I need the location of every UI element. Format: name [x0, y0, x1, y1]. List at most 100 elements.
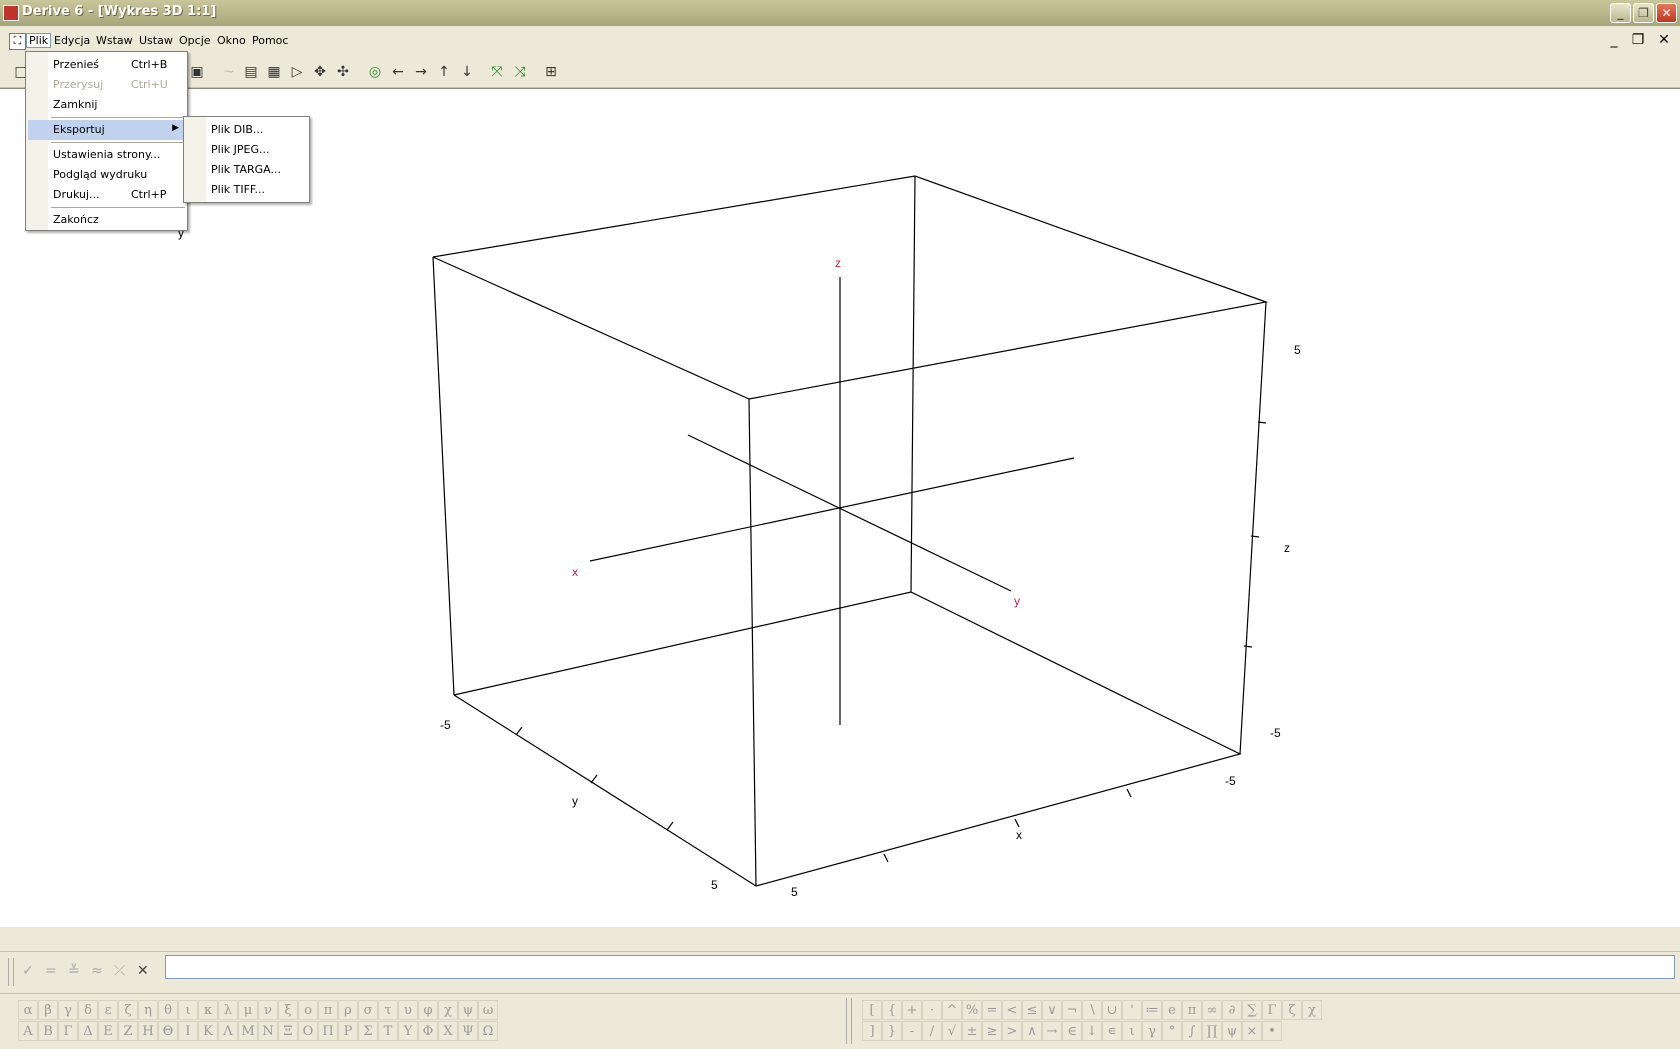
symbol-button[interactable]: Μ — [238, 1021, 258, 1041]
symbol-button[interactable]: = — [982, 1000, 1002, 1020]
symbol-button[interactable]: Κ — [198, 1021, 218, 1041]
symbol-button[interactable]: π — [318, 1000, 338, 1020]
symbol-button[interactable]: Ο — [298, 1021, 318, 1041]
symbol-button[interactable]: Φ — [418, 1021, 438, 1041]
arrow-right-icon[interactable]: → — [412, 63, 430, 81]
arrow-up-icon[interactable]: ↑ — [435, 63, 453, 81]
cancel-entry-icon[interactable]: ✕ — [137, 963, 149, 979]
menu-item-przenies[interactable]: Przenieś Ctrl+B — [28, 55, 185, 75]
child-window-icon[interactable]: ⛶ — [9, 33, 26, 50]
symbol-button[interactable]: e — [1162, 1000, 1182, 1020]
plot-options-icon[interactable]: ⊞ — [542, 63, 560, 81]
symbol-button[interactable]: ω — [478, 1000, 498, 1020]
grid-box-icon[interactable]: ▦ — [265, 63, 283, 81]
symbol-button[interactable]: Ε — [98, 1021, 118, 1041]
symbol-button[interactable]: ^ — [942, 1000, 962, 1020]
check-icon[interactable]: ✓ — [22, 963, 34, 979]
symbol-button[interactable]: ζ — [118, 1000, 138, 1020]
symbol-button[interactable]: ≤ — [1022, 1000, 1042, 1020]
equals-icon[interactable]: = — [45, 963, 57, 979]
symbol-button[interactable]: κ — [198, 1000, 218, 1020]
symbol-button[interactable]: θ — [158, 1000, 178, 1020]
symbol-button[interactable]: ε — [98, 1000, 118, 1020]
symbol-button[interactable]: ∈ — [1062, 1021, 1082, 1041]
symbol-button[interactable]: + — [902, 1000, 922, 1020]
symbol-button[interactable]: · — [922, 1000, 942, 1020]
symbol-button[interactable]: σ — [358, 1000, 378, 1020]
symbol-button[interactable]: ' — [1122, 1000, 1142, 1020]
symbol-button[interactable]: χ — [1302, 1000, 1322, 1020]
menu-opcje[interactable]: Opcje — [177, 34, 213, 47]
symbol-button[interactable]: × — [1242, 1021, 1262, 1041]
symbol-button[interactable]: { — [882, 1000, 902, 1020]
symbol-button[interactable]: √ — [942, 1021, 962, 1041]
symbol-button[interactable]: Θ — [158, 1021, 178, 1041]
symbol-button[interactable]: ∂ — [1222, 1000, 1242, 1020]
symbol-button[interactable]: Γ — [1262, 1000, 1282, 1020]
minimize-button[interactable]: _ — [1610, 3, 1631, 23]
insert-annotation-icon[interactable]: ▣ — [188, 63, 206, 81]
menu-edycja[interactable]: Edycja — [52, 34, 92, 47]
symbol-button[interactable]: ψ — [458, 1000, 478, 1020]
symbol-button[interactable]: ∫ — [1182, 1021, 1202, 1041]
symbol-button[interactable]: η — [138, 1000, 158, 1020]
symbol-button[interactable]: ∏ — [1202, 1021, 1222, 1041]
menu-item-eksportuj[interactable]: Eksportuj ▶ — [28, 120, 185, 140]
symbol-button[interactable]: ι — [1122, 1021, 1142, 1041]
symbol-button[interactable]: α — [18, 1000, 38, 1020]
menu-ustaw[interactable]: Ustaw — [137, 34, 175, 47]
rotate-icon[interactable]: ◎ — [366, 63, 384, 81]
submenu-item-jpeg[interactable]: Plik JPEG... — [186, 140, 307, 160]
symbol-button[interactable]: ± — [962, 1021, 982, 1041]
symbol-button[interactable]: / — [922, 1021, 942, 1041]
menu-wstaw[interactable]: Wstaw — [94, 34, 135, 47]
simplify-icon[interactable]: ≚ — [68, 963, 80, 979]
submenu-item-tiff[interactable]: Plik TIFF... — [186, 180, 307, 200]
zoom-in-icon[interactable]: ⤧ — [488, 63, 506, 81]
symbol-button[interactable]: ∑ — [1242, 1000, 1262, 1020]
frame-icon[interactable]: ▤ — [242, 63, 260, 81]
symbol-button[interactable]: Δ — [78, 1021, 98, 1041]
play-icon[interactable]: ▷ — [288, 63, 306, 81]
restore-button[interactable]: ❐ — [1633, 3, 1654, 23]
menu-pomoc[interactable]: Pomoc — [250, 34, 290, 47]
symbol-button[interactable]: • — [1262, 1021, 1282, 1041]
symbol-button[interactable]: ∊ — [1102, 1021, 1122, 1041]
symbol-button[interactable]: Ζ — [118, 1021, 138, 1041]
expression-input[interactable] — [165, 955, 1675, 979]
symbol-button[interactable]: ψ — [1222, 1021, 1242, 1041]
symbol-button[interactable]: ξ — [278, 1000, 298, 1020]
zoom-out-icon[interactable]: ⤨ — [511, 63, 529, 81]
symbol-button[interactable]: ∧ — [1022, 1021, 1042, 1041]
symbol-button[interactable]: ∨ — [1042, 1000, 1062, 1020]
symbol-button[interactable]: → — [1042, 1021, 1062, 1041]
symbol-button[interactable]: % — [962, 1000, 982, 1020]
symbol-grip-handle[interactable] — [846, 998, 852, 1044]
child-restore-button[interactable]: ❐ — [1628, 30, 1648, 50]
symbol-button[interactable]: ¬ — [1062, 1000, 1082, 1020]
symbol-button[interactable]: Π — [318, 1021, 338, 1041]
symbol-button[interactable]: Υ — [398, 1021, 418, 1041]
arrow-left-icon[interactable]: ← — [389, 63, 407, 81]
symbol-button[interactable]: ∞ — [1202, 1000, 1222, 1020]
symbol-button[interactable]: - — [902, 1021, 922, 1041]
symbol-button[interactable]: ° — [1162, 1021, 1182, 1041]
child-minimize-button[interactable]: _ — [1604, 30, 1624, 50]
symbol-button[interactable]: Ψ — [458, 1021, 478, 1041]
symbol-button[interactable]: Ρ — [338, 1021, 358, 1041]
symbol-button[interactable]: γ — [58, 1000, 78, 1020]
symbol-button[interactable]: τ — [378, 1000, 398, 1020]
child-close-button[interactable]: ✕ — [1654, 30, 1674, 50]
symbol-button[interactable]: γ — [1142, 1021, 1162, 1041]
move-icon[interactable]: ✥ — [311, 63, 329, 81]
symbol-button[interactable]: Ν — [258, 1021, 278, 1041]
symbol-button[interactable]: ≔ — [1142, 1000, 1162, 1020]
grip-handle[interactable] — [8, 958, 14, 986]
solve-icon[interactable]: ⤫ — [114, 963, 125, 979]
submenu-item-dib[interactable]: Plik DIB... — [186, 120, 307, 140]
symbol-button[interactable]: ο — [298, 1000, 318, 1020]
symbol-button[interactable]: ι — [178, 1000, 198, 1020]
symbol-button[interactable]: π — [1182, 1000, 1202, 1020]
menu-item-zamknij[interactable]: Zamknij — [28, 95, 185, 115]
symbol-button[interactable]: Σ — [358, 1021, 378, 1041]
